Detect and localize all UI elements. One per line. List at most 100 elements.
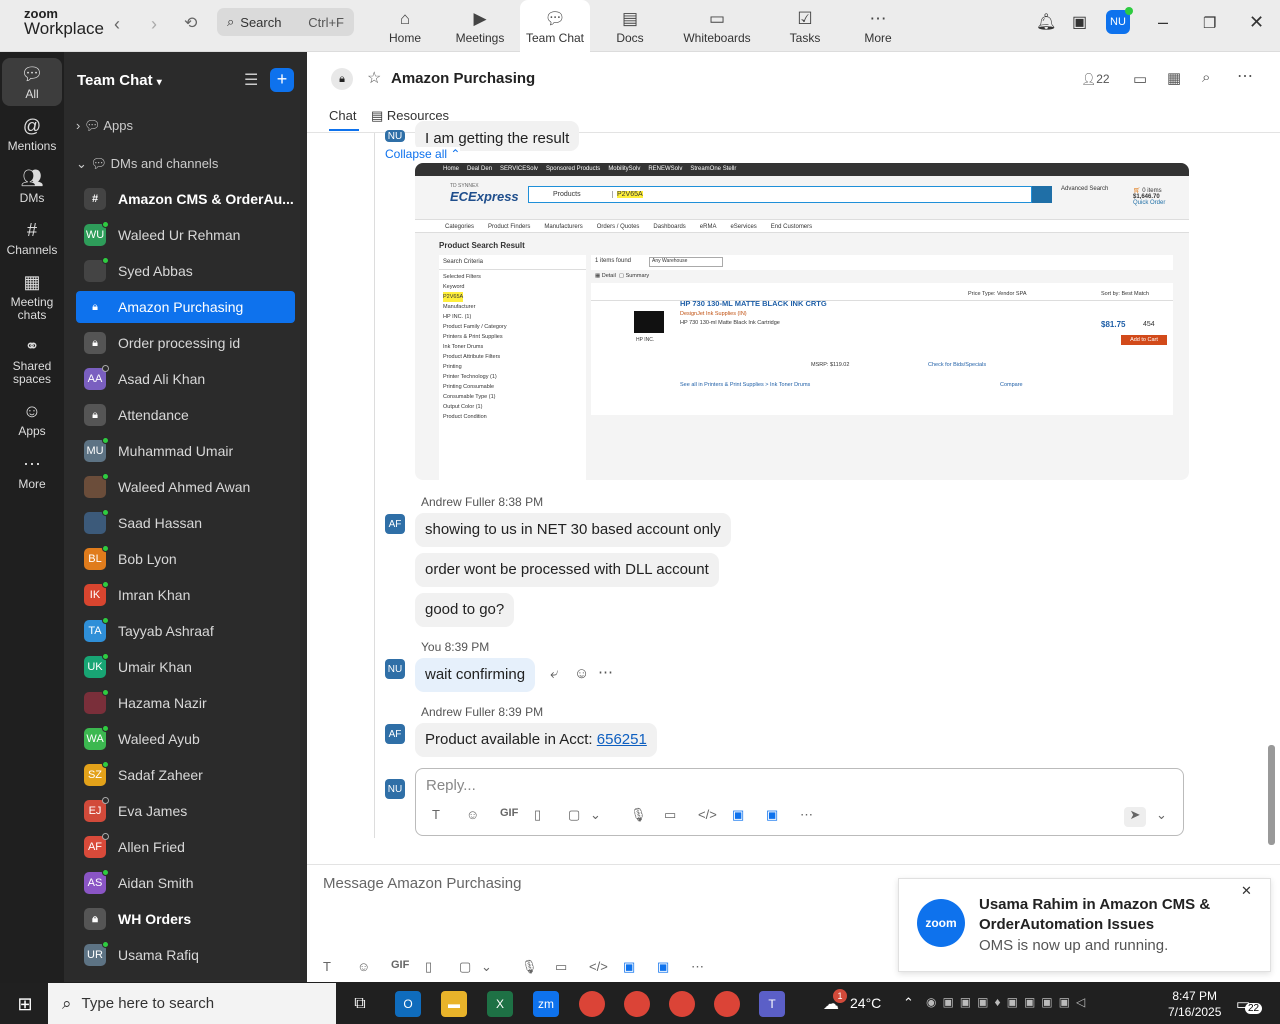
new-chat-button[interactable]: + — [270, 68, 294, 92]
search-box[interactable]: ⌕ Search Ctrl+F — [217, 8, 354, 36]
message-bubble[interactable]: showing to us in NET 30 based account on… — [415, 513, 731, 547]
tab-docs[interactable]: ▤ Docs — [595, 0, 665, 52]
file-icon[interactable]: ▯ — [425, 959, 432, 975]
maximize-icon[interactable]: ❐ — [1203, 14, 1216, 32]
sidebar-item[interactable]: Saad Hassan — [76, 507, 295, 539]
reply-thread-icon[interactable]: ⤶ — [550, 665, 558, 682]
sidebar-title[interactable]: Team Chat ▾ — [77, 72, 162, 89]
sidebar-item[interactable]: EJ Eva James — [76, 795, 295, 827]
sidebar-item[interactable]: Syed Abbas — [76, 255, 295, 287]
tray-icons[interactable]: ◉▣▣▣♦▣▣▣▣◁ — [926, 995, 1091, 1009]
gif-icon[interactable]: GIF — [391, 959, 409, 971]
app-icon-1[interactable]: ▣ — [623, 959, 635, 975]
rail-item-meeting-chats[interactable]: ▦ Meeting chats — [2, 266, 62, 322]
screenshot-icon[interactable]: ▢ — [459, 959, 471, 975]
members-button[interactable]: 👤︎22 — [1081, 72, 1110, 86]
rail-item-dms[interactable]: 👥︎ DMs — [2, 162, 62, 210]
chevron-down-icon[interactable]: ⌄ — [481, 959, 492, 975]
taskbar-search[interactable]: ⌕ Type here to search — [48, 983, 336, 1024]
clock[interactable]: 8:47 PM 7/16/2025 — [1168, 988, 1221, 1020]
dms-section[interactable]: ⌄ 💬︎ DMs and channels — [76, 156, 218, 172]
sidebar-item[interactable]: 🔒︎ WH Orders — [76, 903, 295, 935]
file-explorer-icon[interactable]: ▬ — [441, 991, 467, 1017]
message-more-icon[interactable]: ⋯ — [598, 663, 613, 681]
message-bubble[interactable]: order wont be processed with DLL account — [415, 553, 719, 587]
calendar-top-icon[interactable]: ▣ — [1072, 12, 1087, 32]
sidebar-item[interactable]: 🔒︎ Amazon Purchasing — [76, 291, 295, 323]
screenshot-icon[interactable]: ▢ — [568, 807, 580, 823]
chrome-icon[interactable] — [714, 991, 740, 1017]
sidebar-item[interactable]: SZ Sadaf Zaheer — [76, 759, 295, 791]
sidebar-item[interactable]: AA Asad Ali Khan — [76, 363, 295, 395]
history-icon[interactable]: ⟲ — [184, 13, 197, 33]
toast-close-icon[interactable]: ✕ — [1241, 883, 1252, 899]
sidebar-item[interactable]: WU Waleed Ur Rehman — [76, 219, 295, 251]
sidebar-item[interactable]: UR Usama Rafiq — [76, 939, 295, 971]
format-text-icon[interactable]: T — [323, 959, 331, 974]
user-avatar[interactable]: NU — [1106, 7, 1133, 34]
more-options-icon[interactable]: ⋯ — [1237, 66, 1253, 86]
star-icon[interactable]: ☆ — [367, 68, 381, 88]
apps-section[interactable]: › 💬︎ Apps — [76, 118, 133, 134]
tab-chat[interactable]: Chat — [329, 108, 359, 131]
file-icon[interactable]: ▯ — [534, 807, 541, 823]
sidebar-item[interactable]: TA Tayyab Ashraaf — [76, 615, 295, 647]
notification-toast[interactable]: zoom Usama Rahim in Amazon CMS & OrderAu… — [898, 878, 1271, 972]
send-options-chevron-icon[interactable]: ⌄ — [1156, 807, 1167, 823]
minimize-icon[interactable]: – — [1158, 12, 1168, 33]
bell-icon[interactable]: 🔔︎ — [1036, 12, 1056, 32]
video-clip-icon[interactable]: ▭ — [664, 807, 676, 823]
sidebar-item[interactable]: IK Imran Khan — [76, 579, 295, 611]
tray-chevron-icon[interactable]: ⌃ — [903, 995, 914, 1011]
rail-item-all[interactable]: 💬︎ All — [2, 58, 62, 106]
video-clip-icon[interactable]: ▭ — [555, 959, 567, 975]
image-attachment[interactable]: Home Deal Den SERVICESolv Sponsored Product… — [415, 163, 1189, 480]
sidebar-item[interactable]: AS Aidan Smith — [76, 867, 295, 899]
reply-input[interactable]: Reply... — [426, 777, 476, 794]
chrome-icon[interactable] — [624, 991, 650, 1017]
reply-box[interactable]: Reply... T ☺ GIF ▯ ▢ ⌄ 🎙︎ ▭ </> ▣ ▣ ⋯ ➤ ⌄ — [415, 768, 1184, 836]
outlook-icon[interactable]: O — [395, 991, 421, 1017]
windows-start-icon[interactable]: ⊞ — [12, 991, 38, 1017]
back-arrow-icon[interactable]: ‹ — [114, 14, 120, 35]
sidebar-item[interactable]: # Amazon CMS & OrderAu... — [76, 183, 295, 215]
video-call-icon[interactable]: ▭ — [1133, 70, 1147, 88]
microphone-icon[interactable]: 🎙︎ — [521, 959, 538, 975]
app-icon-2[interactable]: ▣ — [657, 959, 669, 975]
message-bubble[interactable]: Product available in Acct: 656251 — [415, 723, 657, 757]
sidebar-item[interactable]: MU Muhammad Umair — [76, 435, 295, 467]
chat-scrollbar[interactable] — [1268, 745, 1275, 845]
chevron-down-icon[interactable]: ⌄ — [590, 807, 601, 823]
code-icon[interactable]: </> — [698, 807, 717, 822]
tab-more[interactable]: ⋯ More — [843, 0, 913, 52]
channel-title[interactable]: Amazon Purchasing — [391, 70, 535, 87]
rail-item-more[interactable]: ⋯ More — [2, 448, 62, 496]
search-channel-icon[interactable]: ⌕ — [1202, 69, 1210, 86]
app-icon-1[interactable]: ▣ — [732, 807, 744, 823]
close-window-icon[interactable]: ✕ — [1249, 12, 1264, 33]
sidebar-item[interactable]: AF Allen Fried — [76, 831, 295, 863]
rail-item-channels[interactable]: # Channels — [2, 214, 62, 262]
sidebar-item[interactable]: Waleed Ahmed Awan — [76, 471, 295, 503]
emoji-icon[interactable]: ☺ — [466, 807, 479, 822]
chrome-icon[interactable] — [579, 991, 605, 1017]
sidebar-item[interactable]: WA Waleed Ayub — [76, 723, 295, 755]
tab-meetings[interactable]: ▶ Meetings — [445, 0, 515, 52]
send-icon[interactable]: ➤ — [1124, 807, 1146, 827]
account-link[interactable]: 656251 — [597, 731, 647, 748]
teams-icon[interactable]: T — [759, 991, 785, 1017]
compose-input[interactable]: Message Amazon Purchasing — [323, 875, 521, 892]
forward-arrow-icon[interactable]: › — [151, 14, 157, 35]
tab-home[interactable]: ⌂ Home — [370, 0, 440, 52]
sidebar-item[interactable]: BL Bob Lyon — [76, 543, 295, 575]
sidebar-item[interactable]: UK Umair Khan — [76, 651, 295, 683]
sidebar-item[interactable]: 🔒︎ Attendance — [76, 399, 295, 431]
more-dots-icon[interactable]: ⋯ — [800, 807, 813, 823]
emoji-reaction-icon[interactable]: ☺ — [574, 665, 589, 682]
rail-item-shared-spaces[interactable]: ⚭ Shared spaces — [2, 330, 62, 386]
emoji-icon[interactable]: ☺ — [357, 959, 370, 974]
tab-team-chat[interactable]: 💬︎ Team Chat — [520, 0, 590, 52]
filter-icon[interactable]: ☰ — [244, 70, 258, 90]
rail-item-apps[interactable]: ☺ Apps — [2, 395, 62, 443]
task-view-icon[interactable]: ⧉ — [347, 991, 373, 1017]
